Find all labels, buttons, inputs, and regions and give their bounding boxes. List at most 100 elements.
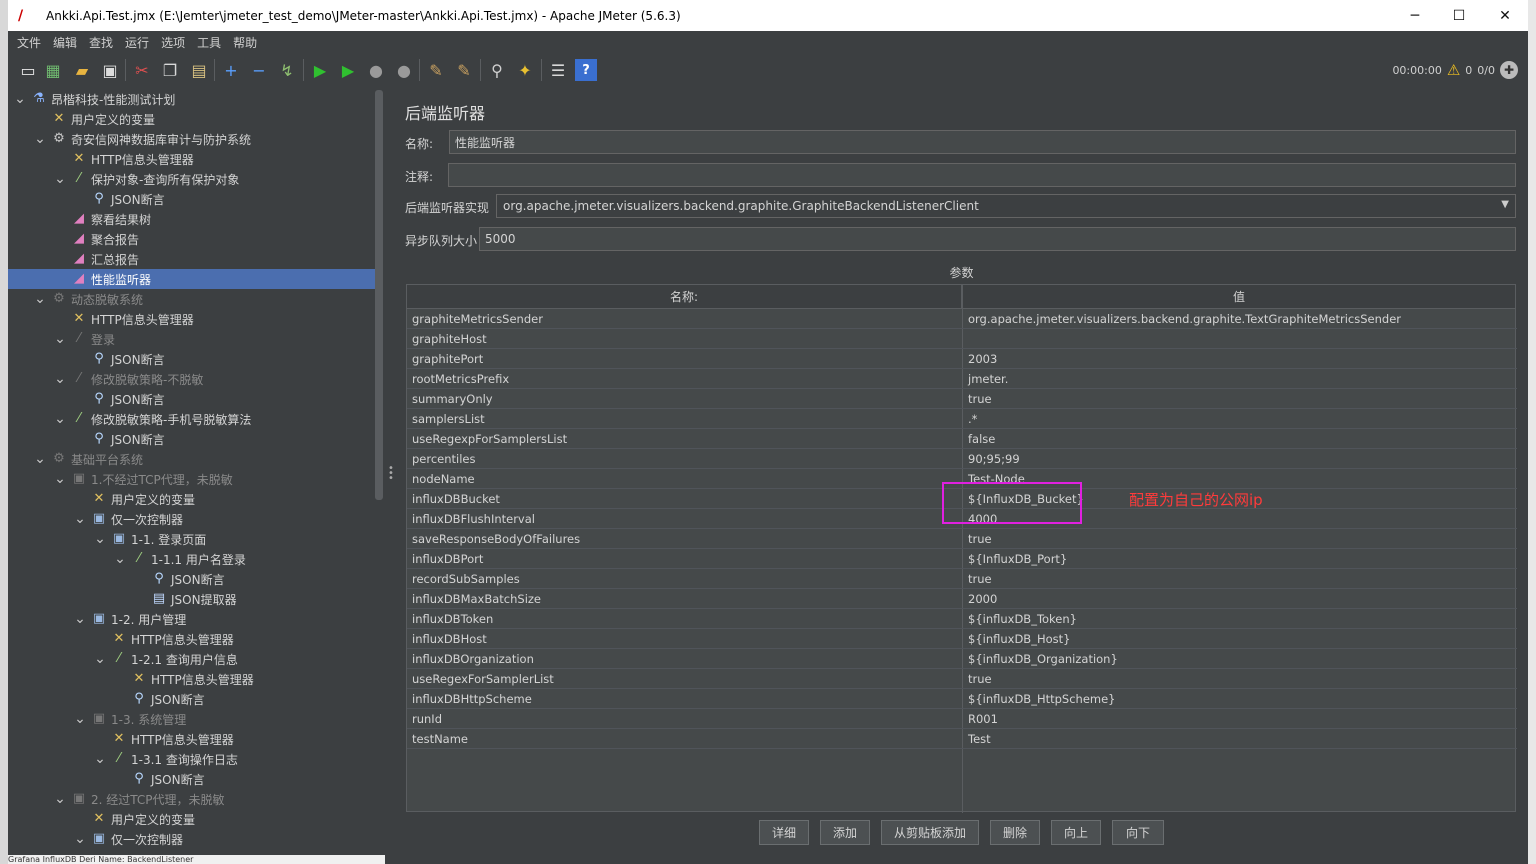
tree-node[interactable]: ⌄ ▣ 仅一次控制器 [8,829,375,849]
reset-search-icon[interactable]: ✦ [514,59,536,81]
expand-toggle-icon[interactable]: ⌄ [74,612,86,626]
param-value-cell[interactable]: jmeter. [963,369,1515,389]
param-value-cell[interactable]: org.apache.jmeter.visualizers.backend.gr… [963,309,1515,329]
start-no-pause-icon[interactable]: ▶ [337,59,359,81]
expand-toggle-icon[interactable]: ⌄ [94,532,106,546]
table-row[interactable]: runId R001 [407,709,1517,729]
table-row[interactable]: recordSubSamples true [407,569,1517,589]
tree-node[interactable]: ⚲ JSON断言 [8,389,375,409]
param-value-cell[interactable]: ${influxDB_Organization} [963,649,1515,669]
tree-node[interactable]: ⚲ JSON断言 [8,349,375,369]
clear-all-icon[interactable]: ✎ [453,59,475,81]
paste-icon[interactable]: ▤ [188,59,210,81]
param-name-cell[interactable]: influxDBFlushInterval [407,509,962,529]
table-row[interactable]: graphitePort 2003 [407,349,1517,369]
table-row[interactable]: rootMetricsPrefix jmeter. [407,369,1517,389]
param-value-cell[interactable]: ${influxDB_Host} [963,629,1515,649]
menu-item-4[interactable]: 选项 [161,34,185,51]
tree-node[interactable]: ⌄ ▣ 1.不经过TCP代理，未脱敏 [8,469,375,489]
tree-node[interactable]: ⌄ ⚙ 动态脱敏系统 [8,289,375,309]
expand-toggle-icon[interactable]: ⌄ [74,512,86,526]
toggle-icon[interactable]: ↯ [276,59,298,81]
table-row[interactable]: testName Test [407,729,1517,749]
table-row[interactable]: influxDBOrganization ${influxDB_Organizat… [407,649,1517,669]
copy-icon[interactable]: ❐ [159,59,181,81]
start-icon[interactable]: ▶ [309,59,331,81]
param-name-cell[interactable]: influxDBHttpScheme [407,689,962,709]
comment-field[interactable] [448,163,1516,187]
name-field[interactable]: 性能监听器 [449,130,1516,154]
expand-toggle-icon[interactable]: ⌄ [54,332,66,346]
tree-node[interactable]: ✕ 用户定义的变量 [8,489,375,509]
param-name-cell[interactable]: runId [407,709,962,729]
tree-node[interactable]: ⚲ JSON断言 [8,189,375,209]
param-value-cell[interactable]: .* [963,409,1515,429]
table-action-button[interactable]: 从剪贴板添加 [881,820,979,845]
collapse-icon[interactable]: − [248,59,270,81]
param-name-cell[interactable]: useRegexpForSamplersList [407,429,962,449]
tree-node[interactable]: ⚲ JSON断言 [8,569,375,589]
expand-toggle-icon[interactable]: ⌄ [34,292,46,306]
param-value-cell[interactable]: ${InfluxDB_Port} [963,549,1515,569]
param-value-cell[interactable]: R001 [963,709,1515,729]
tree-node[interactable]: ⚲ JSON断言 [8,689,375,709]
clear-icon[interactable]: ✎ [425,59,447,81]
table-row[interactable]: influxDBToken ${influxDB_Token} [407,609,1517,629]
tree-scrollbar[interactable] [375,90,383,500]
expand-toggle-icon[interactable]: ⌄ [54,472,66,486]
table-action-button[interactable]: 添加 [820,820,870,845]
split-pane-divider[interactable]: • • • [385,88,395,864]
expand-toggle-icon[interactable]: ⌄ [54,412,66,426]
tree-node[interactable]: ✕ 用户定义的变量 [8,809,375,829]
param-name-cell[interactable]: influxDBOrganization [407,649,962,669]
maximize-button[interactable]: ☐ [1436,0,1482,31]
help-icon[interactable]: ? [575,59,597,81]
new-icon[interactable]: ▭ [17,59,39,81]
param-name-cell[interactable]: nodeName [407,469,962,489]
table-action-button[interactable]: 删除 [990,820,1040,845]
column-header-name[interactable]: 名称: [407,285,962,309]
tree-node[interactable]: ⌄ ▣ 2. 经过TCP代理，未脱敏 [8,789,375,809]
templates-icon[interactable]: ▦ [42,59,64,81]
menu-item-6[interactable]: 帮助 [233,34,257,51]
expand-toggle-icon[interactable]: ⌄ [74,712,86,726]
table-row[interactable]: percentiles 90;95;99 [407,449,1517,469]
tree-node[interactable]: ◢ 性能监听器 [8,269,375,289]
param-name-cell[interactable]: influxDBPort [407,549,962,569]
expand-toggle-icon[interactable]: ⌄ [54,792,66,806]
function-helper-icon[interactable]: ☰ [547,59,569,81]
tree-node[interactable]: ⌄ ▣ 1-3. 系统管理 [8,709,375,729]
column-header-value[interactable]: 值 [963,285,1515,309]
expand-icon[interactable]: + [220,59,242,81]
tree-node[interactable]: ⌄ ⁄ 修改脱敏策略-手机号脱敏算法 [8,409,375,429]
menu-item-3[interactable]: 运行 [125,34,149,51]
table-row[interactable]: summaryOnly true [407,389,1517,409]
tree-node[interactable]: ◢ 察看结果树 [8,209,375,229]
minimize-button[interactable]: ─ [1392,0,1438,31]
param-value-cell[interactable]: 2000 [963,589,1515,609]
menu-item-5[interactable]: 工具 [197,34,221,51]
param-name-cell[interactable]: recordSubSamples [407,569,962,589]
expand-toggle-icon[interactable]: ⌄ [54,372,66,386]
tree-node[interactable]: ⌄ ⁄ 1-1.1 用户名登录 [8,549,375,569]
param-name-cell[interactable]: influxDBMaxBatchSize [407,589,962,609]
tree-node[interactable]: ⌄ ⁄ 1-3.1 查询操作日志 [8,749,375,769]
tree-node[interactable]: ⌄ ⁄ 登录 [8,329,375,349]
param-name-cell[interactable]: graphiteHost [407,329,962,349]
tree-node[interactable]: ⌄ ▣ 仅一次控制器 [8,509,375,529]
param-value-cell[interactable]: 90;95;99 [963,449,1515,469]
table-action-button[interactable]: 向上 [1051,820,1101,845]
table-row[interactable]: graphiteMetricsSender org.apache.jmeter.v… [407,309,1517,329]
tree-node[interactable]: ⌄ ▣ 1-1. 登录页面 [8,529,375,549]
parameters-table[interactable]: 名称: 值 graphiteMetricsSender org.apache.jm… [406,284,1517,813]
param-value-cell[interactable]: Test [963,729,1515,749]
table-row[interactable]: influxDBHost ${influxDB_Host} [407,629,1517,649]
cut-icon[interactable]: ✂ [131,59,153,81]
param-name-cell[interactable]: percentiles [407,449,962,469]
stop-icon[interactable]: ● [365,59,387,81]
warning-icon[interactable]: ⚠ [1447,61,1460,79]
tree-node[interactable]: ⌄ ⚙ 基础平台系统 [8,449,375,469]
tree-node[interactable]: ⚲ JSON断言 [8,429,375,449]
expand-toggle-icon[interactable]: ⌄ [94,652,106,666]
save-icon[interactable]: ▣ [99,59,121,81]
